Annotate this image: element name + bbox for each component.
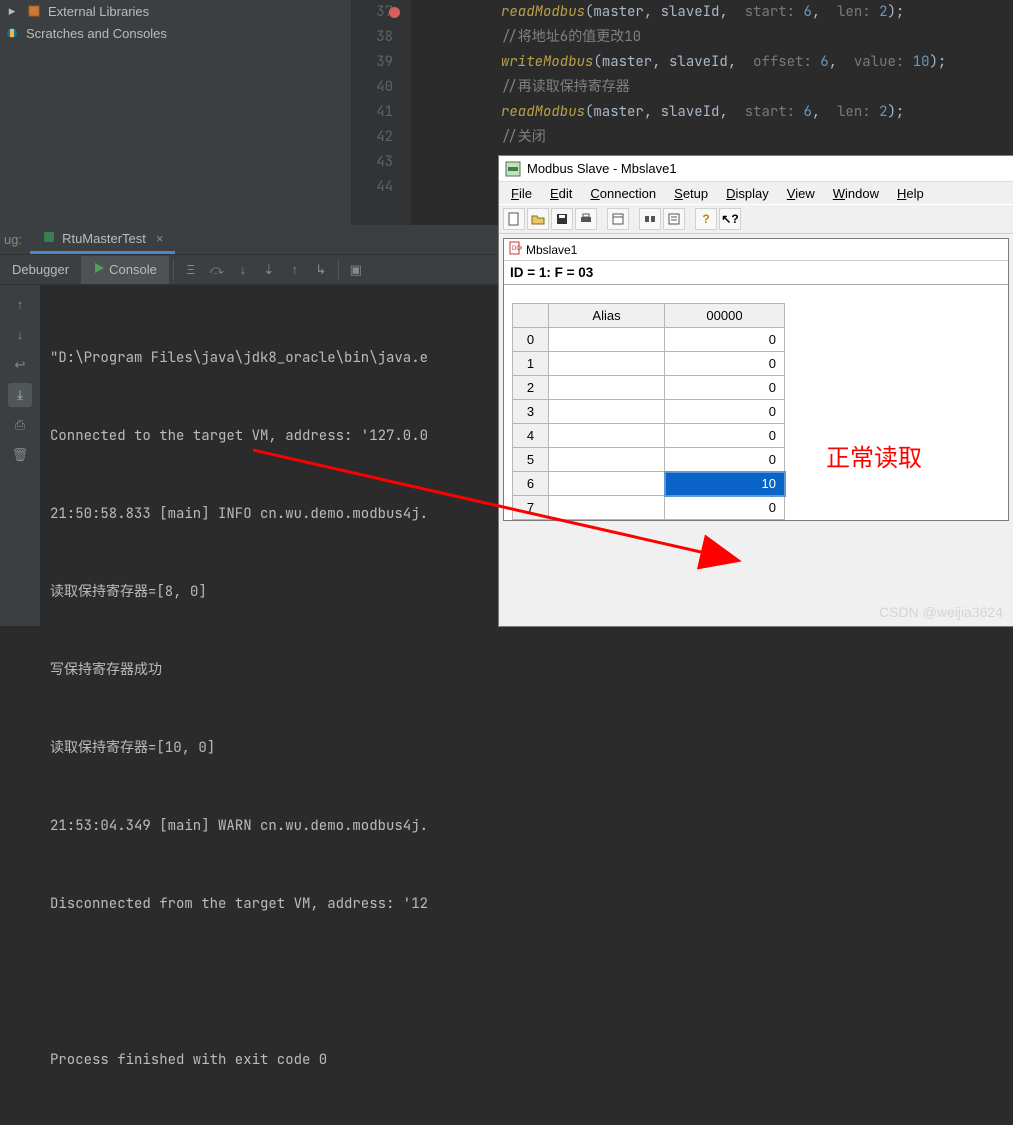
- scroll-to-end-icon[interactable]: ⤓: [8, 383, 32, 407]
- expression-icon[interactable]: Ξ: [181, 260, 201, 280]
- table-row[interactable]: 40: [513, 424, 785, 448]
- menu-help[interactable]: Help: [889, 184, 932, 203]
- table-row[interactable]: 20: [513, 376, 785, 400]
- menu-view[interactable]: View: [779, 184, 823, 203]
- mbslave-subwindow[interactable]: DOC Mbslave1 ID = 1: F = 03 Alias 00000 …: [503, 238, 1009, 521]
- up-icon[interactable]: ↑: [8, 293, 32, 317]
- subwindow-title[interactable]: DOC Mbslave1: [504, 239, 1008, 261]
- console-side-toolbar: ↑ ↓ ↩ ⤓ ⎙ 🗑: [0, 285, 40, 626]
- whatsthis-icon[interactable]: ↖?: [719, 208, 741, 230]
- settings-icon[interactable]: [663, 208, 685, 230]
- connect-icon[interactable]: [639, 208, 661, 230]
- menu-file[interactable]: File: [503, 184, 540, 203]
- save-icon[interactable]: [551, 208, 573, 230]
- new-icon[interactable]: [503, 208, 525, 230]
- evaluate-icon[interactable]: ▣: [346, 260, 366, 280]
- project-tree[interactable]: ▸ External Libraries Scratches and Conso…: [0, 0, 351, 225]
- tree-label: Scratches and Consoles: [26, 26, 167, 41]
- library-icon: [26, 3, 42, 19]
- console-line: Process finished with exit code 0: [50, 1047, 1003, 1073]
- window-toolbar: ? ↖?: [499, 204, 1013, 234]
- table-header-alias: Alias: [549, 304, 665, 328]
- debugger-tab-label: Debugger: [12, 262, 69, 277]
- window-title: Modbus Slave - Mbslave1: [527, 161, 677, 176]
- menu-setup[interactable]: Setup: [666, 184, 716, 203]
- console-line: 21:53:04.349 [main] WARN cn.wu.demo.modb…: [50, 813, 1003, 839]
- editor-gutter[interactable]: 37 38 39 40 41 42 43 44: [351, 0, 411, 225]
- chevron-right-icon: ▸: [4, 3, 20, 19]
- tree-item-scratches[interactable]: Scratches and Consoles: [4, 22, 351, 44]
- annotation-text: 正常读取: [826, 438, 922, 473]
- modbus-slave-window[interactable]: Modbus Slave - Mbslave1 File Edit Connec…: [498, 155, 1013, 627]
- print-icon[interactable]: [575, 208, 597, 230]
- run-to-cursor-icon[interactable]: ↳: [311, 260, 331, 280]
- clear-icon[interactable]: 🗑: [8, 443, 32, 467]
- console-line: Disconnected from the target VM, address…: [50, 891, 1003, 917]
- register-table[interactable]: Alias 00000 00 10 20 30 40 50 610 70: [512, 303, 785, 520]
- table-row[interactable]: 30: [513, 400, 785, 424]
- table-row[interactable]: 50: [513, 448, 785, 472]
- open-icon[interactable]: [527, 208, 549, 230]
- menu-edit[interactable]: Edit: [542, 184, 580, 203]
- window-titlebar[interactable]: Modbus Slave - Mbslave1: [499, 156, 1013, 182]
- soft-wrap-icon[interactable]: ↩: [8, 353, 32, 377]
- run-tab[interactable]: RtuMasterTest ×: [30, 226, 175, 254]
- watermark: CSDN @weijia3624: [879, 604, 1003, 620]
- table-row[interactable]: 10: [513, 352, 785, 376]
- menubar[interactable]: File Edit Connection Setup Display View …: [499, 182, 1013, 204]
- breakpoint-icon[interactable]: [389, 7, 400, 18]
- scratches-icon: [4, 25, 20, 41]
- step-out-icon[interactable]: ↑: [285, 260, 305, 280]
- menu-connection[interactable]: Connection: [582, 184, 664, 203]
- app-icon: [505, 161, 521, 177]
- run-tab-label: RtuMasterTest: [62, 231, 146, 246]
- table-row[interactable]: 610: [513, 472, 785, 496]
- menu-display[interactable]: Display: [718, 184, 777, 203]
- tree-item-external-libraries[interactable]: ▸ External Libraries: [4, 0, 351, 22]
- force-step-into-icon[interactable]: ⇣: [259, 260, 279, 280]
- console-tab-label: Console: [109, 262, 157, 277]
- debug-label: ug:: [0, 232, 30, 247]
- step-into-icon[interactable]: ↓: [233, 260, 253, 280]
- console-line: 写保持寄存器成功: [50, 657, 1003, 683]
- console-line: [50, 969, 1003, 995]
- table-row[interactable]: 00: [513, 328, 785, 352]
- subwindow-title-label: Mbslave1: [526, 243, 577, 257]
- console-tab[interactable]: Console: [81, 256, 169, 284]
- svg-text:DOC: DOC: [512, 246, 522, 252]
- down-icon[interactable]: ↓: [8, 323, 32, 347]
- table-header-index: [513, 304, 549, 328]
- play-icon: [93, 262, 105, 277]
- help-icon[interactable]: ?: [695, 208, 717, 230]
- tree-label: External Libraries: [48, 4, 149, 19]
- doc-icon: DOC: [508, 241, 522, 258]
- close-icon[interactable]: ×: [156, 231, 164, 246]
- table-row[interactable]: 70: [513, 496, 785, 520]
- window-icon[interactable]: [607, 208, 629, 230]
- menu-window[interactable]: Window: [825, 184, 887, 203]
- debugger-tab[interactable]: Debugger: [0, 256, 81, 284]
- id-line: ID = 1: F = 03: [504, 261, 1008, 285]
- print-icon[interactable]: ⎙: [8, 413, 32, 437]
- code-token: readModbus: [501, 3, 585, 21]
- table-header-col0: 00000: [665, 304, 785, 328]
- console-line: 读取保持寄存器=[10, 0]: [50, 735, 1003, 761]
- step-over-icon[interactable]: ⤼: [207, 260, 227, 280]
- run-icon: [42, 230, 56, 247]
- selected-cell[interactable]: 10: [665, 472, 785, 496]
